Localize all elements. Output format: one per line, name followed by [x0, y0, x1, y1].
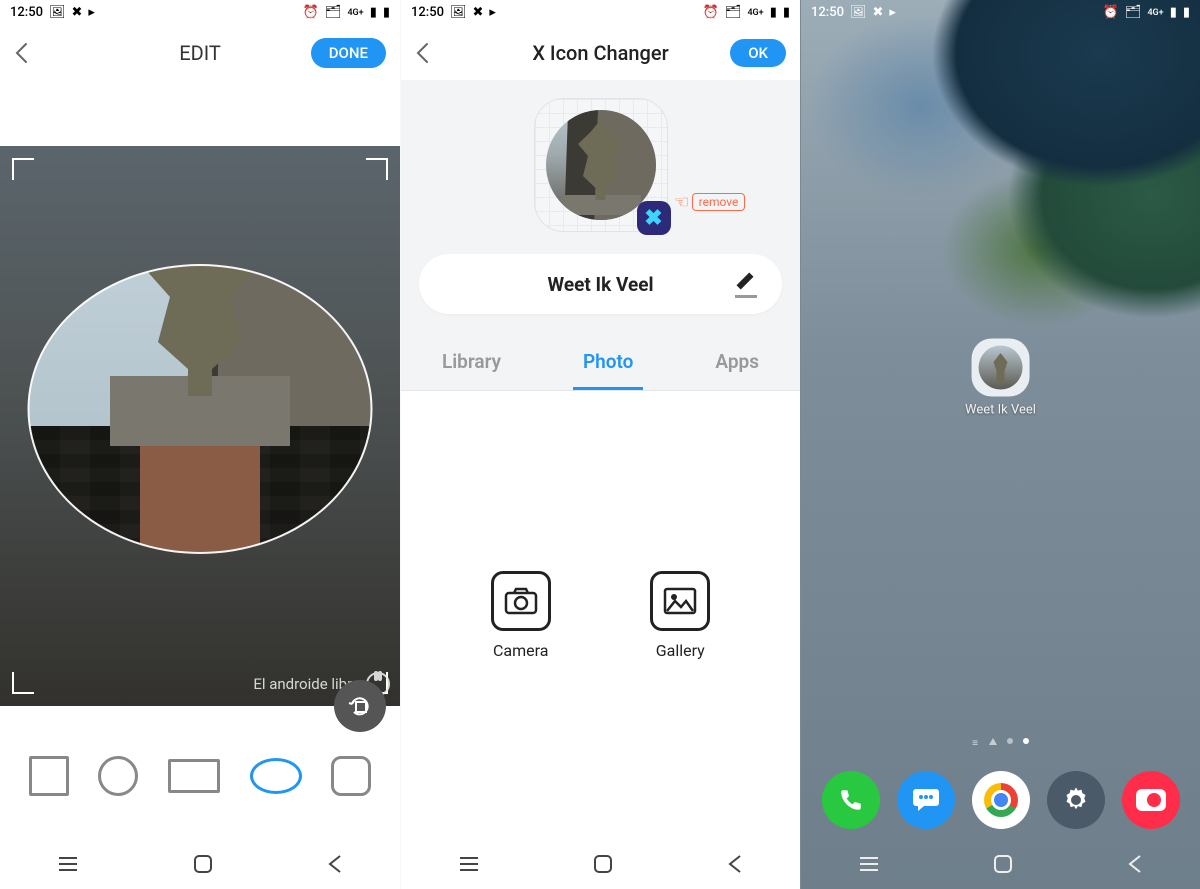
home-button[interactable]	[193, 854, 213, 874]
shape-oval[interactable]	[250, 758, 302, 794]
tab-apps[interactable]: Apps	[705, 336, 769, 390]
signal-icon: ▮	[370, 5, 377, 20]
shape-rounded-rect[interactable]	[331, 756, 371, 796]
crop-ellipse-handle[interactable]	[28, 264, 373, 554]
back-nav-button[interactable]	[727, 854, 743, 874]
dock	[801, 757, 1200, 839]
screen-icon-changer: 12:50 🖼 ✖ ▸ ⏰ 🗂 4G+ ▮ ▮ X Icon Changer O…	[400, 0, 800, 889]
page-dot	[1007, 738, 1013, 744]
network-type: 4G+	[347, 8, 363, 18]
home-screen-page[interactable]: Weet Ik Veel	[801, 25, 1200, 730]
app-name-text: Weet Ik Veel	[467, 273, 734, 296]
option-gallery-label: Gallery	[656, 641, 705, 660]
screen-home: 12:50 🖼 ✖ ▸ ⏰ 🗂 4G+ ▮ ▮ Weet Ik Veel ≡	[800, 0, 1200, 889]
edit-icon[interactable]	[734, 272, 758, 296]
crop-canvas[interactable]: El androide libre	[0, 146, 400, 706]
alarm-icon: ⏰	[703, 5, 719, 20]
tab-photo[interactable]: Photo	[573, 336, 643, 390]
page-indicator[interactable]: ≡	[801, 730, 1200, 757]
system-nav-bar	[0, 839, 400, 889]
dock-messages[interactable]	[897, 771, 955, 829]
app-shortcut-weet-ik-veel[interactable]: Weet Ik Veel	[965, 338, 1036, 417]
shortcut-label: Weet Ik Veel	[965, 402, 1036, 417]
system-nav-bar	[801, 839, 1200, 889]
status-bar: 12:50 🖼 ✖ ▸ ⏰ 🗂 4G+ ▮ ▮	[0, 0, 400, 25]
toolbar	[0, 706, 400, 816]
dock-camera[interactable]	[1122, 771, 1180, 829]
option-camera[interactable]: Camera	[491, 571, 551, 660]
dock-settings[interactable]	[1047, 771, 1105, 829]
status-bar: 12:50 🖼 ✖ ▸ ⏰ 🗂 4G+ ▮ ▮	[801, 0, 1200, 25]
storage-icon: 🗂	[325, 5, 342, 20]
page-menu-icon: ≡	[972, 738, 979, 749]
recents-button[interactable]	[858, 856, 880, 872]
storage-icon: 🗂	[725, 5, 742, 20]
home-button[interactable]	[593, 854, 613, 874]
pointer-icon: ☜	[674, 192, 690, 213]
remove-label: remove	[692, 193, 746, 211]
back-button[interactable]	[415, 42, 429, 64]
shape-square[interactable]	[29, 756, 69, 796]
status-time: 12:50	[411, 5, 444, 20]
camera-icon	[1136, 789, 1166, 811]
storage-icon: 🗂	[1125, 5, 1142, 20]
play-icon: ▸	[489, 5, 496, 20]
image-icon: 🖼	[850, 5, 867, 20]
option-gallery[interactable]: Gallery	[650, 571, 710, 660]
screen-edit-crop: 12:50 🖼 ✖ ▸ ⏰ 🗂 4G+ ▮ ▮ EDIT DONE	[0, 0, 400, 889]
status-time: 12:50	[811, 5, 844, 20]
system-nav-bar	[401, 839, 800, 889]
signal-icon: ▮	[770, 5, 777, 20]
back-button[interactable]	[14, 42, 28, 64]
app-name-input[interactable]: Weet Ik Veel	[419, 254, 782, 314]
recents-button[interactable]	[458, 856, 480, 872]
chrome-icon	[984, 783, 1018, 817]
dock-phone[interactable]	[822, 771, 880, 829]
shape-rectangle[interactable]	[168, 759, 220, 793]
app-indicator-icon: ✖	[873, 5, 884, 20]
signal-icon: ▮	[1170, 5, 1177, 20]
shortcut-icon	[972, 338, 1030, 396]
shape-circle[interactable]	[98, 756, 138, 796]
option-camera-label: Camera	[493, 641, 548, 660]
image-icon: 🖼	[450, 5, 467, 20]
network-type: 4G+	[1147, 8, 1163, 18]
back-nav-button[interactable]	[327, 854, 343, 874]
status-time: 12:50	[10, 5, 43, 20]
page-home-icon	[989, 738, 997, 745]
shape-selector	[0, 736, 400, 816]
image-icon: 🖼	[49, 5, 66, 20]
play-icon: ▸	[889, 5, 896, 20]
tab-bar: Library Photo Apps	[401, 336, 800, 391]
alarm-icon: ⏰	[1103, 5, 1119, 20]
ok-button[interactable]: OK	[730, 39, 786, 67]
tab-library[interactable]: Library	[432, 336, 511, 390]
header-bar: EDIT DONE	[0, 25, 400, 80]
dock-chrome[interactable]	[972, 771, 1030, 829]
battery-icon: ▮	[783, 5, 790, 20]
status-bar: 12:50 🖼 ✖ ▸ ⏰ 🗂 4G+ ▮ ▮	[401, 0, 800, 25]
app-indicator-icon: ✖	[72, 5, 83, 20]
recents-button[interactable]	[57, 856, 79, 872]
header-bar: X Icon Changer OK	[401, 25, 800, 80]
home-button[interactable]	[993, 854, 1013, 874]
app-indicator-icon: ✖	[473, 5, 484, 20]
camera-icon	[491, 571, 551, 631]
back-nav-button[interactable]	[1127, 854, 1143, 874]
done-button[interactable]: DONE	[311, 38, 386, 68]
page-dot-active	[1023, 738, 1029, 744]
gallery-icon	[650, 571, 710, 631]
icon-preview: ✖	[534, 98, 668, 232]
app-badge-icon: ✖	[637, 201, 671, 235]
remove-badge-button[interactable]: ☜ remove	[674, 192, 746, 213]
network-type: 4G+	[747, 8, 763, 18]
photo-source-options: Camera Gallery	[401, 391, 800, 839]
play-icon: ▸	[88, 5, 95, 20]
battery-icon: ▮	[383, 5, 390, 20]
alarm-icon: ⏰	[303, 5, 319, 20]
spacer	[0, 80, 400, 146]
battery-icon: ▮	[1183, 5, 1190, 20]
